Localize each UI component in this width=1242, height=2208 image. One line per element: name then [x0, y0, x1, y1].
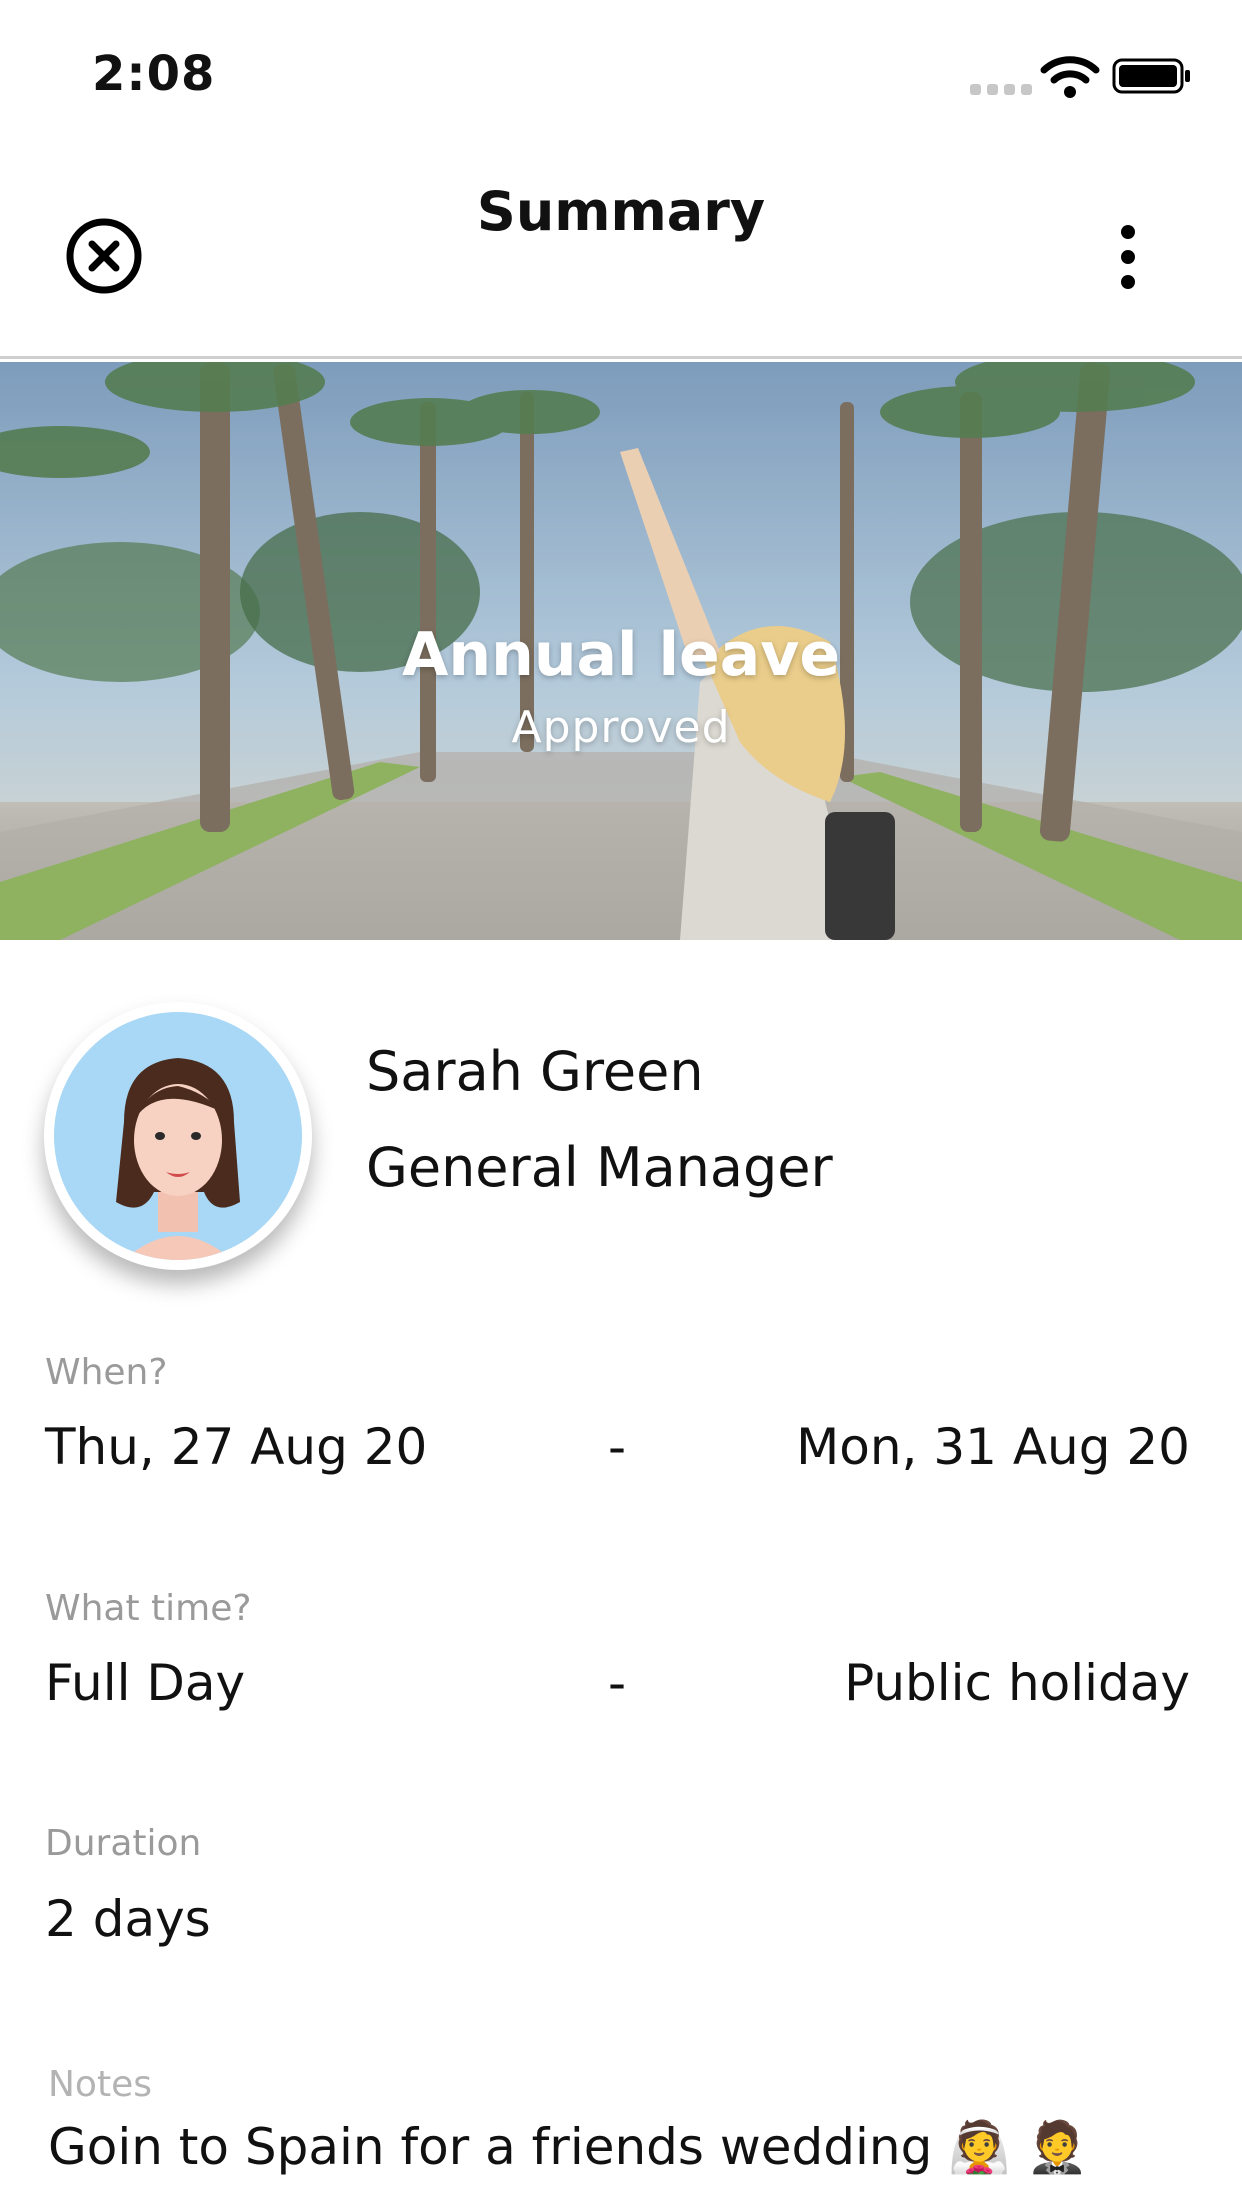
date-separator: - — [607, 1418, 627, 1476]
status-badge: Approved — [511, 702, 731, 753]
start-date: Thu, 27 Aug 20 — [45, 1418, 428, 1476]
time-label: What time? — [45, 1588, 252, 1629]
battery-icon — [1112, 58, 1190, 94]
more-vertical-icon[interactable] — [1110, 222, 1146, 292]
start-time: Full Day — [45, 1654, 246, 1712]
status-time: 2:08 — [92, 46, 216, 102]
notes-value: Goin to Spain for a friends wedding 👰 🤵 — [48, 2118, 1089, 2176]
avatar — [44, 1002, 312, 1270]
employee-name: Sarah Green — [366, 1040, 704, 1103]
page-title: Summary — [476, 180, 766, 243]
avatar-illustration — [116, 1058, 240, 1260]
end-date: Mon, 31 Aug 20 — [796, 1418, 1190, 1476]
employee-role: General Manager — [366, 1136, 833, 1199]
duration-value: 2 days — [45, 1890, 211, 1948]
leave-type-title: Annual leave — [401, 620, 841, 690]
time-separator: - — [607, 1654, 627, 1712]
end-time: Public holiday — [844, 1654, 1190, 1712]
wifi-icon — [1040, 56, 1100, 98]
cellular-signal-icon — [970, 84, 1032, 95]
duration-label: Duration — [45, 1823, 202, 1864]
notes-label: Notes — [48, 2064, 152, 2105]
divider — [0, 356, 1242, 359]
close-icon[interactable] — [64, 216, 144, 296]
when-label: When? — [45, 1352, 168, 1393]
